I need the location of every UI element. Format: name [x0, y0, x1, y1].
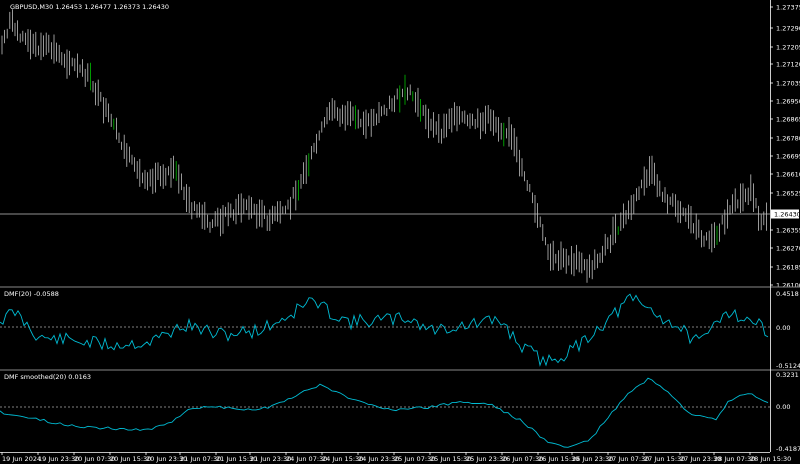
dmf-axis: 0.4518 0.00 -0.5124	[776, 290, 800, 370]
price-axis-label: 1.26355	[776, 227, 800, 235]
dmfs-axis-label: 0.00	[776, 403, 790, 411]
current-price-label: 1.26430	[774, 211, 800, 219]
price-axis-label: 1.26525	[776, 190, 800, 198]
dmf-axis-label: 0.00	[776, 324, 790, 332]
price-axis-label: 1.26610	[776, 171, 800, 179]
chart-canvas[interactable]: GBPUSD,M30 1.26453 1.26477 1.26373 1.264…	[0, 0, 800, 464]
price-axis-label: 1.27120	[776, 61, 800, 69]
price-axis-label: 1.27375	[776, 4, 800, 12]
main-price-window[interactable]: GBPUSD,M30 1.26453 1.26477 1.26373 1.264…	[0, 3, 800, 290]
main-window-title: GBPUSD,M30 1.26453 1.26477 1.26373 1.264…	[10, 3, 169, 11]
dmf-smoothed-window-title: DMF smoothed(20) 0.0163	[4, 373, 91, 381]
time-axis[interactable]: 19 Jun 202419 Jun 23:3020 Jun 07:3020 Ju…	[1, 452, 791, 463]
dmf-axis-label: -0.5124	[776, 362, 800, 370]
dmf-axis-label: 0.4518	[776, 290, 799, 298]
dmfs-axis: 0.3231 0.00 -0.4187	[776, 371, 800, 453]
price-axis-label: 1.26695	[776, 153, 800, 161]
price-bars	[1, 9, 767, 283]
dmfs-axis-label: -0.4187	[776, 445, 800, 453]
current-price-marker: 1.26430	[771, 209, 800, 219]
price-axis-label: 1.26270	[776, 245, 800, 253]
dmfs-axis-label: 0.3231	[776, 371, 799, 379]
price-axis-label: 1.26865	[776, 116, 800, 124]
dmf-line	[0, 293, 769, 367]
time-axis-label: 19 Jun 2024	[2, 455, 41, 463]
price-axis-label: 1.27290	[776, 25, 800, 33]
price-axis-label: 1.27035	[776, 80, 800, 88]
dmf-window-title: DMF(20) -0.0588	[4, 290, 59, 298]
dmf-smoothed-indicator-window[interactable]: DMF smoothed(20) 0.0163 0.3231 0.00 -0.4…	[0, 371, 800, 453]
time-axis-label: 28 Jun 15:30	[750, 455, 791, 463]
price-axis-label: 1.27205	[776, 44, 800, 52]
price-axis-label: 1.26780	[776, 135, 800, 143]
price-axis-label: 1.26950	[776, 98, 800, 106]
dmf-indicator-window[interactable]: DMF(20) -0.0588 0.4518 0.00 -0.5124	[0, 290, 800, 370]
dmf-smoothed-line	[0, 377, 769, 448]
price-axis-label: 1.26100	[776, 282, 800, 290]
price-axis[interactable]: 1.27375 1.27290 1.27205 1.27120 1.27035 1.269…	[770, 4, 800, 290]
price-axis-label: 1.26185	[776, 264, 800, 272]
